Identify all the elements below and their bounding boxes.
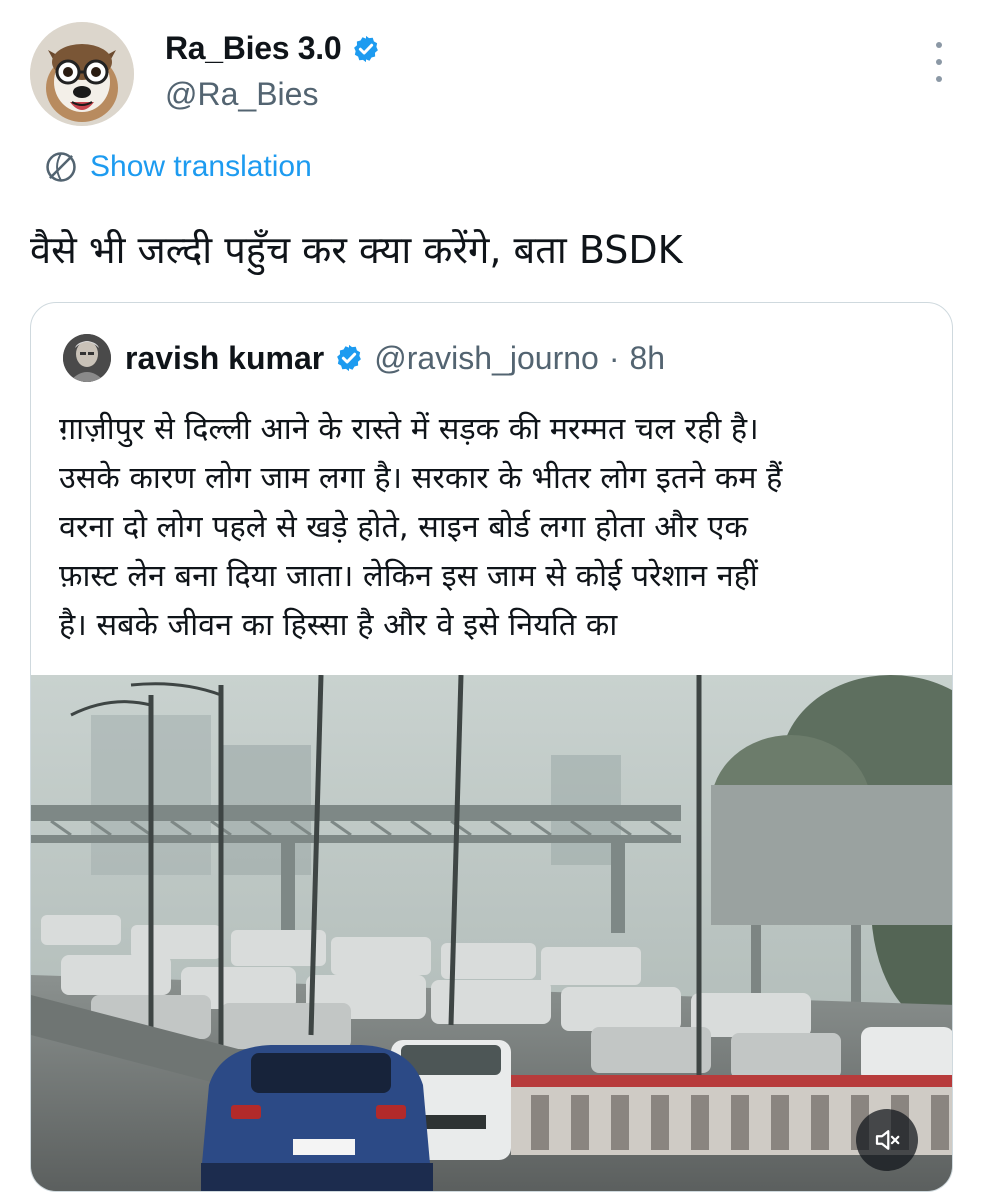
video-thumbnail[interactable]: [31, 675, 952, 1191]
quoted-tweet-text: ग़ाज़ीपुर से दिल्ली आने के रास्ते में सड…: [59, 405, 931, 650]
quoted-text-line: उसके कारण लोग जाम लगा है। सरकार के भीतर …: [59, 461, 783, 496]
speaker-muted-icon: [875, 1130, 900, 1150]
mute-toggle-button[interactable]: [856, 1109, 918, 1171]
more-options-button[interactable]: [927, 42, 951, 82]
quoted-author-handle[interactable]: @ravish_journo: [374, 340, 599, 377]
quoted-tweet-header: ravish kumar @ravish_journo · 8h: [63, 331, 665, 385]
author-handle[interactable]: @Ra_Bies: [165, 76, 318, 113]
person-avatar-icon: [63, 334, 111, 382]
dog-avatar-icon: [30, 22, 134, 126]
dot-separator: ·: [608, 339, 620, 376]
tweet-text: वैसे भी जल्दी पहुँच कर क्या करेंगे, बता …: [30, 228, 683, 272]
quoted-text-line: है। सबके जीवन का हिस्सा है और वे इसे निय…: [59, 608, 618, 643]
quoted-text-line: फ़ास्ट लेन बना दिया जाता। लेकिन इस जाम स…: [59, 559, 758, 594]
author-name-row[interactable]: Ra_Bies 3.0: [165, 30, 381, 67]
verified-badge-icon: [354, 35, 379, 62]
author-avatar[interactable]: [30, 22, 134, 126]
quoted-author-avatar[interactable]: [63, 334, 111, 382]
quoted-text-line: ग़ाज़ीपुर से दिल्ली आने के रास्ते में सड…: [59, 412, 759, 447]
top-edge: [0, 0, 983, 8]
quoted-author-name[interactable]: ravish kumar: [125, 340, 324, 377]
quoted-tweet-card[interactable]: ravish kumar @ravish_journo · 8h ग़ाज़ीप…: [30, 302, 953, 1192]
quoted-text-line: वरना दो लोग पहले से खड़े होते, साइन बोर्…: [59, 510, 748, 545]
tweet-header: Ra_Bies 3.0 @Ra_Bies: [30, 22, 953, 126]
show-translation-label[interactable]: Show translation: [90, 150, 312, 184]
author-display-name[interactable]: Ra_Bies 3.0: [165, 30, 342, 67]
traffic-jam-video-image: [31, 675, 952, 1191]
more-vertical-icon: [936, 42, 942, 48]
quoted-timestamp[interactable]: 8h: [629, 340, 665, 377]
show-translation-link[interactable]: Show translation: [42, 148, 312, 186]
verified-badge-icon: [337, 344, 362, 372]
translate-globe-icon: [46, 152, 76, 182]
